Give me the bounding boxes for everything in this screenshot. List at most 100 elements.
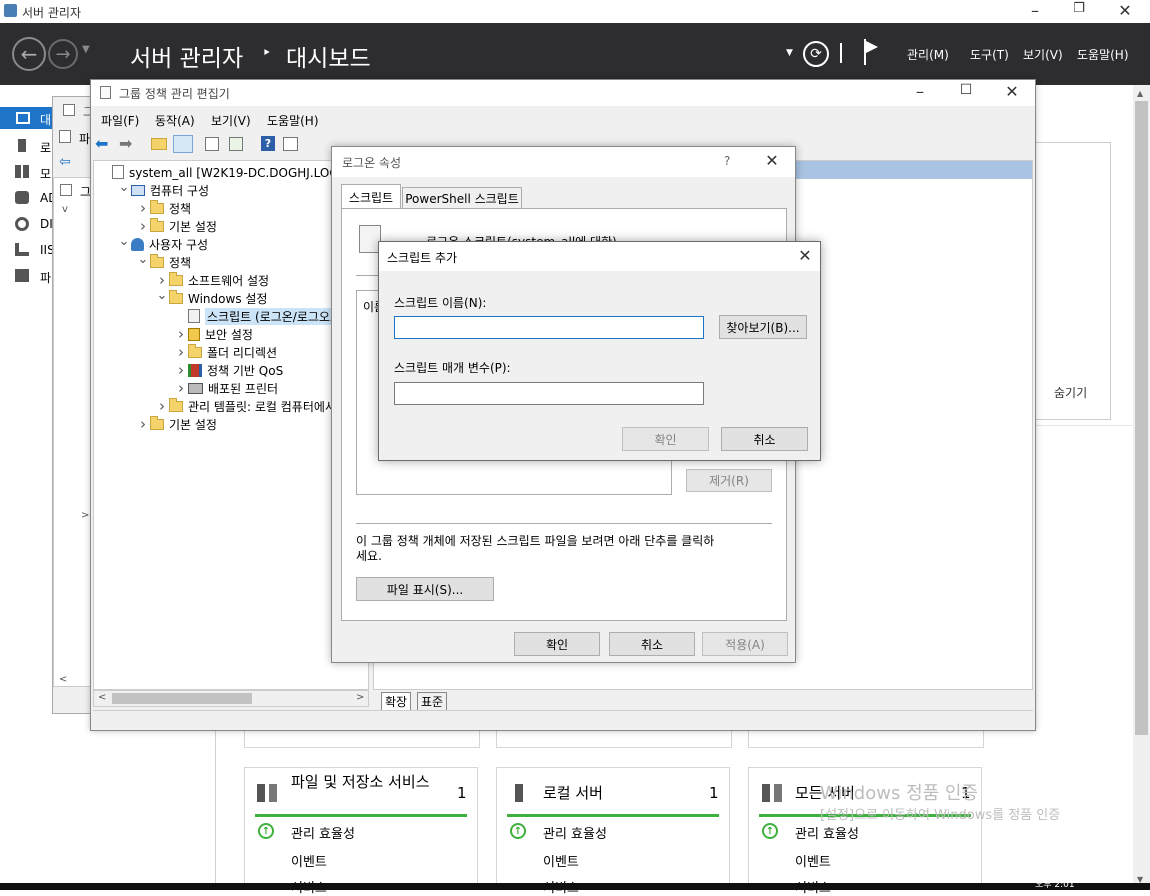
gpme-menu-help[interactable]: 도움말(H) [267, 112, 319, 129]
chevron-right-icon[interactable]: › [136, 217, 150, 235]
chevron-right-icon[interactable]: › [136, 199, 150, 217]
properties-icon[interactable] [205, 137, 219, 151]
refresh-icon[interactable]: ⟳ [803, 41, 829, 67]
add-script-cancel-button[interactable]: 취소 [721, 427, 808, 451]
tree-node[interactable]: 스크립트 (로그온/로그오프) [174, 307, 348, 325]
tree-node[interactable]: › 보안 설정 [174, 325, 253, 343]
nav-history-dropdown-icon[interactable]: ▼ [82, 44, 90, 55]
scroll-thumb[interactable] [1135, 101, 1148, 735]
tile-row[interactable]: 이벤트 [291, 851, 327, 870]
tree-node[interactable]: ⌄ 컴퓨터 구성 [117, 178, 209, 199]
tree-hscrollbar[interactable]: < > [93, 690, 369, 707]
tile-file-storage[interactable]: 파일 및 저장소 서비스 1 ↑ 관리 효율성 이벤트 서비스 [244, 767, 478, 896]
forward-button[interactable]: → [48, 39, 78, 69]
script-name-label: 스크립트 이름(N): [394, 296, 487, 310]
add-script-titlebar: 스크립트 추가 ✕ [379, 242, 820, 271]
tile-row[interactable]: 이벤트 [543, 851, 579, 870]
add-script-ok-button[interactable]: 확인 [622, 427, 709, 451]
tree-node[interactable]: ⌄ 사용자 구성 [117, 232, 208, 253]
remove-button[interactable]: 제거(R) [686, 469, 772, 492]
logon-ok-button[interactable]: 확인 [514, 632, 600, 656]
help-icon[interactable]: ? [261, 136, 275, 151]
gpme-menu-action[interactable]: 동작(A) [155, 112, 195, 129]
chevron-right-icon[interactable]: › [174, 361, 188, 379]
tile-title: 파일 및 저장소 서비스 [291, 773, 430, 791]
remove-label: 제거(R) [709, 474, 749, 488]
browse-button[interactable]: 찾아보기(B)... [719, 315, 807, 339]
tree-node[interactable]: › 배포된 프린터 [174, 379, 278, 397]
folder-icon [188, 343, 202, 358]
gpm-back-icon[interactable]: ⇦ [59, 154, 71, 170]
scroll-right-icon[interactable]: > [356, 692, 364, 703]
restore-button[interactable]: ❐ [1064, 1, 1094, 16]
close-button[interactable]: ✕ [1110, 1, 1140, 20]
add-script-close-button[interactable]: ✕ [793, 246, 817, 265]
tile-row[interactable]: 관리 효율성 [795, 823, 859, 842]
hide-link[interactable]: 숨기기 [1054, 384, 1087, 401]
view-icon[interactable] [283, 137, 298, 151]
logon-close-button[interactable]: ✕ [757, 151, 787, 170]
file-storage-icon [257, 784, 277, 802]
gpme-menu-file[interactable]: 파일(F) [101, 112, 139, 129]
tile-row[interactable]: 이벤트 [795, 851, 831, 870]
scroll-left-icon[interactable]: < [98, 692, 106, 703]
chevron-right-icon[interactable]: › [174, 379, 188, 397]
tree-node[interactable]: › 기본 설정 [136, 217, 217, 235]
tree-node[interactable]: › 기본 설정 [136, 415, 217, 433]
menu-manage[interactable]: 관리(M) [907, 46, 949, 63]
chevron-right-icon[interactable]: › [174, 343, 188, 361]
chevron-down-icon[interactable]: ⌄ [117, 232, 131, 250]
gpme-minimize-button[interactable]: – [905, 82, 935, 101]
back-arrow-icon[interactable]: ⬅ [95, 134, 108, 153]
tab-powershell[interactable]: PowerShell 스크립트 [402, 187, 522, 209]
tree-node[interactable]: › 정책 [136, 199, 191, 217]
export-list-icon[interactable] [229, 137, 243, 151]
menu-view[interactable]: 보기(V) [1023, 46, 1063, 63]
main-scrollbar[interactable]: ▲ ▼ [1133, 85, 1150, 890]
chevron-right-icon[interactable]: › [136, 415, 150, 433]
tile-row[interactable]: 관리 효율성 [543, 823, 607, 842]
gpm-scroll-left-icon[interactable]: < [59, 674, 67, 685]
menu-help[interactable]: 도움말(H) [1077, 46, 1129, 63]
up-folder-icon[interactable] [151, 138, 167, 150]
logon-apply-button[interactable]: 적용(A) [702, 632, 788, 656]
chevron-right-icon[interactable]: › [174, 325, 188, 343]
scroll-up-icon[interactable]: ▲ [1137, 89, 1143, 98]
gpm-tree-chevron-icon[interactable]: v [62, 204, 68, 215]
gpme-close-button[interactable]: ✕ [997, 82, 1027, 101]
gpme-menu-view[interactable]: 보기(V) [211, 112, 251, 129]
refresh-dropdown-icon[interactable]: ▼ [786, 48, 793, 58]
back-button[interactable]: ← [12, 37, 46, 71]
forward-arrow-icon[interactable]: ➡ [119, 134, 132, 153]
tree-node[interactable]: › 소프트웨어 설정 [155, 271, 269, 289]
tree-node[interactable]: › 폴더 리디렉션 [174, 343, 277, 361]
menu-tools[interactable]: 도구(T) [970, 46, 1009, 63]
minimize-button[interactable]: – [1020, 1, 1050, 20]
tile-row[interactable]: 관리 효율성 [291, 823, 355, 842]
script-name-input[interactable] [394, 316, 704, 339]
hscroll-thumb[interactable] [112, 693, 252, 704]
chevron-right-icon[interactable]: › [155, 397, 169, 415]
taskbar-clock[interactable]: 오후 2:01 [1035, 880, 1075, 890]
show-hide-tree-icon[interactable] [173, 135, 193, 153]
logon-cancel-button[interactable]: 취소 [609, 632, 695, 656]
chevron-down-icon[interactable]: ⌄ [117, 178, 131, 196]
tile-local-server[interactable]: 로컬 서버 1 ↑ 관리 효율성 이벤트 서비스 [496, 767, 730, 896]
script-params-input[interactable] [394, 382, 704, 405]
chevron-down-icon[interactable]: ⌄ [155, 286, 169, 304]
show-files-button[interactable]: 파일 표시(S)... [356, 577, 494, 601]
gpme-maximize-button[interactable]: ☐ [951, 82, 981, 98]
logon-help-button[interactable]: ? [724, 154, 730, 168]
tree-node[interactable]: ⌄ Windows 설정 [155, 286, 268, 307]
tree-node[interactable]: ⌄ 정책 [136, 250, 192, 271]
tab-standard[interactable]: 표준 [417, 692, 448, 710]
folder-icon [150, 217, 164, 232]
chevron-down-icon[interactable]: ⌄ [136, 250, 150, 268]
gpm-menu-file[interactable]: 파 [79, 130, 90, 147]
tree-node[interactable]: › 정책 기반 QoS [174, 361, 283, 379]
tab-scripts[interactable]: 스크립트 [341, 184, 401, 209]
notifications-flag-icon[interactable] [862, 39, 880, 65]
gpm-tree-chevron-icon[interactable]: > [81, 510, 89, 521]
tab-extended[interactable]: 확장 [381, 692, 412, 710]
tree-node[interactable]: system_all [W2K19-DC.DOGHJ.LOCAL] 정책 [98, 163, 368, 181]
